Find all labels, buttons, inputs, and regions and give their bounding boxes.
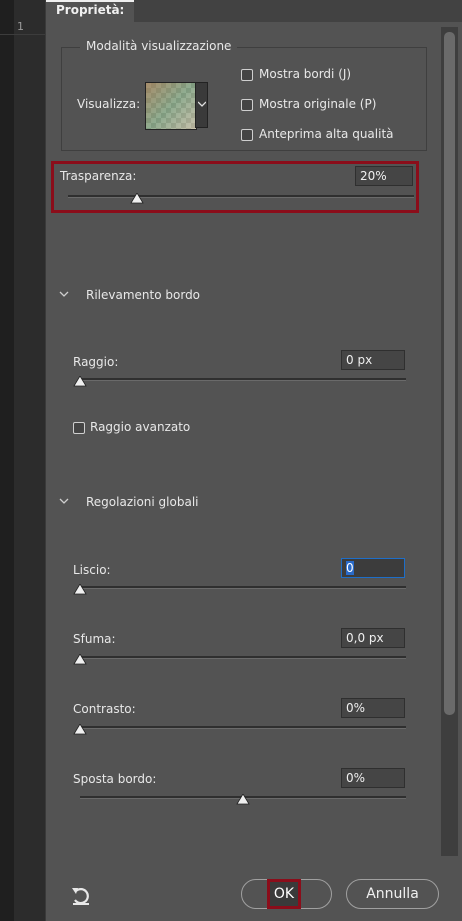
show-edges-checkbox[interactable] [241, 69, 253, 81]
chevron-down-icon [198, 101, 206, 107]
smooth-label: Liscio: [73, 563, 111, 577]
ruler-column [14, 0, 46, 921]
chevron-down-icon[interactable] [59, 498, 69, 505]
feather-input[interactable]: 0,0 px [341, 628, 405, 648]
view-dropdown-button[interactable] [195, 82, 208, 128]
radius-input[interactable]: 0 px [341, 350, 405, 370]
triangle-thumb-icon [236, 794, 250, 805]
triangle-thumb-icon [73, 376, 87, 387]
radius-label: Raggio: [73, 355, 119, 369]
ruler-line [0, 34, 46, 35]
triangle-thumb-icon [73, 724, 87, 735]
contrast-label: Contrasto: [73, 702, 136, 716]
tab-properties[interactable]: Proprietà: [46, 0, 135, 22]
ruler-number: 1 [17, 20, 24, 33]
triangle-thumb-icon [73, 584, 87, 595]
transparency-input[interactable]: 20% [355, 166, 413, 186]
transparency-label: Trasparenza: [60, 169, 137, 183]
global-adjustments-title[interactable]: Regolazioni globali [86, 495, 199, 509]
show-original-label: Mostra originale (P) [259, 97, 377, 111]
smooth-slider-track[interactable] [80, 586, 406, 589]
smooth-input[interactable]: 0 [341, 558, 405, 578]
radius-slider-track[interactable] [80, 378, 406, 381]
contrast-slider-track[interactable] [80, 726, 406, 729]
panel-scrollbar-thumb[interactable] [444, 32, 455, 715]
high-quality-checkbox[interactable] [241, 129, 253, 141]
contrast-input[interactable]: 0% [341, 698, 405, 718]
view-preview-thumbnail[interactable] [145, 82, 197, 130]
edge-detection-title[interactable]: Rilevamento bordo [86, 288, 200, 302]
canvas-edge [0, 0, 14, 921]
panel-tab-bar: Proprietà: [46, 0, 462, 22]
triangle-thumb-icon [130, 193, 144, 204]
shift-edge-input[interactable]: 0% [341, 768, 405, 788]
reset-arrow-icon[interactable] [70, 885, 92, 907]
shift-edge-label: Sposta bordo: [73, 772, 157, 786]
transparency-slider-track[interactable] [68, 195, 414, 198]
triangle-thumb-icon [73, 654, 87, 665]
smart-radius-label: Raggio avanzato [90, 420, 191, 434]
cancel-button[interactable]: Annulla [346, 879, 439, 909]
feather-slider-track[interactable] [80, 656, 406, 659]
high-quality-label: Anteprima alta qualità [259, 127, 394, 141]
show-original-checkbox[interactable] [241, 99, 253, 111]
smart-radius-checkbox[interactable] [73, 422, 85, 434]
view-label: Visualizza: [77, 97, 141, 111]
chevron-down-icon[interactable] [59, 291, 69, 298]
show-edges-label: Mostra bordi (J) [259, 67, 352, 81]
view-mode-legend: Modalità visualizzazione [80, 39, 238, 53]
panel-divider [45, 0, 46, 921]
ok-button[interactable]: OK [241, 879, 332, 909]
ok-highlight[interactable]: OK [267, 879, 301, 909]
feather-label: Sfuma: [73, 632, 116, 646]
